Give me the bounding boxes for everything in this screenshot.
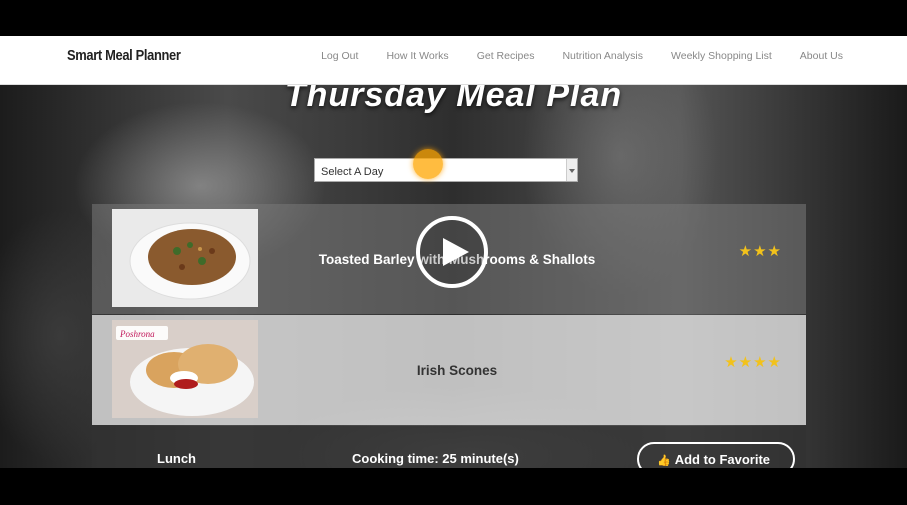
add-to-favorite-button[interactable]: 👍 Add to Favorite — [637, 442, 795, 468]
day-select-value: Select A Day — [321, 166, 384, 178]
rating-stars: ★★★★ — [724, 354, 782, 371]
nav-links: Log Out How It Works Get Recipes Nutriti… — [321, 50, 843, 62]
favorite-label: Add to Favorite — [674, 452, 771, 467]
meal-detail-bar: Lunch Cooking time: 25 minute(s) 👍 Add to… — [92, 426, 806, 468]
rating-stars: ★★★ — [738, 243, 782, 260]
chevron-down-icon[interactable] — [566, 159, 577, 181]
thumbs-up-icon: 👍 — [657, 455, 671, 467]
nav-link-get-recipes[interactable]: Get Recipes — [477, 50, 535, 62]
navbar: Smart Meal Planner Log Out How It Works … — [0, 36, 907, 85]
meal-type: Lunch — [157, 451, 196, 466]
nav-link-weekly-shopping-list[interactable]: Weekly Shopping List — [671, 50, 772, 62]
nav-link-log-out[interactable]: Log Out — [321, 50, 358, 62]
play-button[interactable] — [416, 216, 488, 288]
nav-link-how-it-works[interactable]: How It Works — [386, 50, 448, 62]
brand-logo[interactable]: Smart Meal Planner — [67, 47, 181, 64]
meal-thumbnail — [112, 209, 258, 307]
cooking-time: Cooking time: 25 minute(s) — [352, 451, 519, 466]
day-select[interactable]: Select A Day — [314, 158, 578, 182]
cursor-highlight — [413, 149, 443, 179]
meal-card[interactable]: Poshrona Irish Scones ★★★★ — [92, 315, 806, 425]
thumb-caption: Poshrona — [119, 329, 155, 339]
nav-link-about-us[interactable]: About Us — [800, 50, 843, 62]
nav-link-nutrition-analysis[interactable]: Nutrition Analysis — [562, 50, 643, 62]
meal-name[interactable]: Irish Scones — [272, 315, 642, 425]
play-icon — [443, 238, 469, 266]
meal-thumbnail: Poshrona — [112, 320, 258, 418]
video-frame: Smart Meal Planner Log Out How It Works … — [0, 36, 907, 468]
